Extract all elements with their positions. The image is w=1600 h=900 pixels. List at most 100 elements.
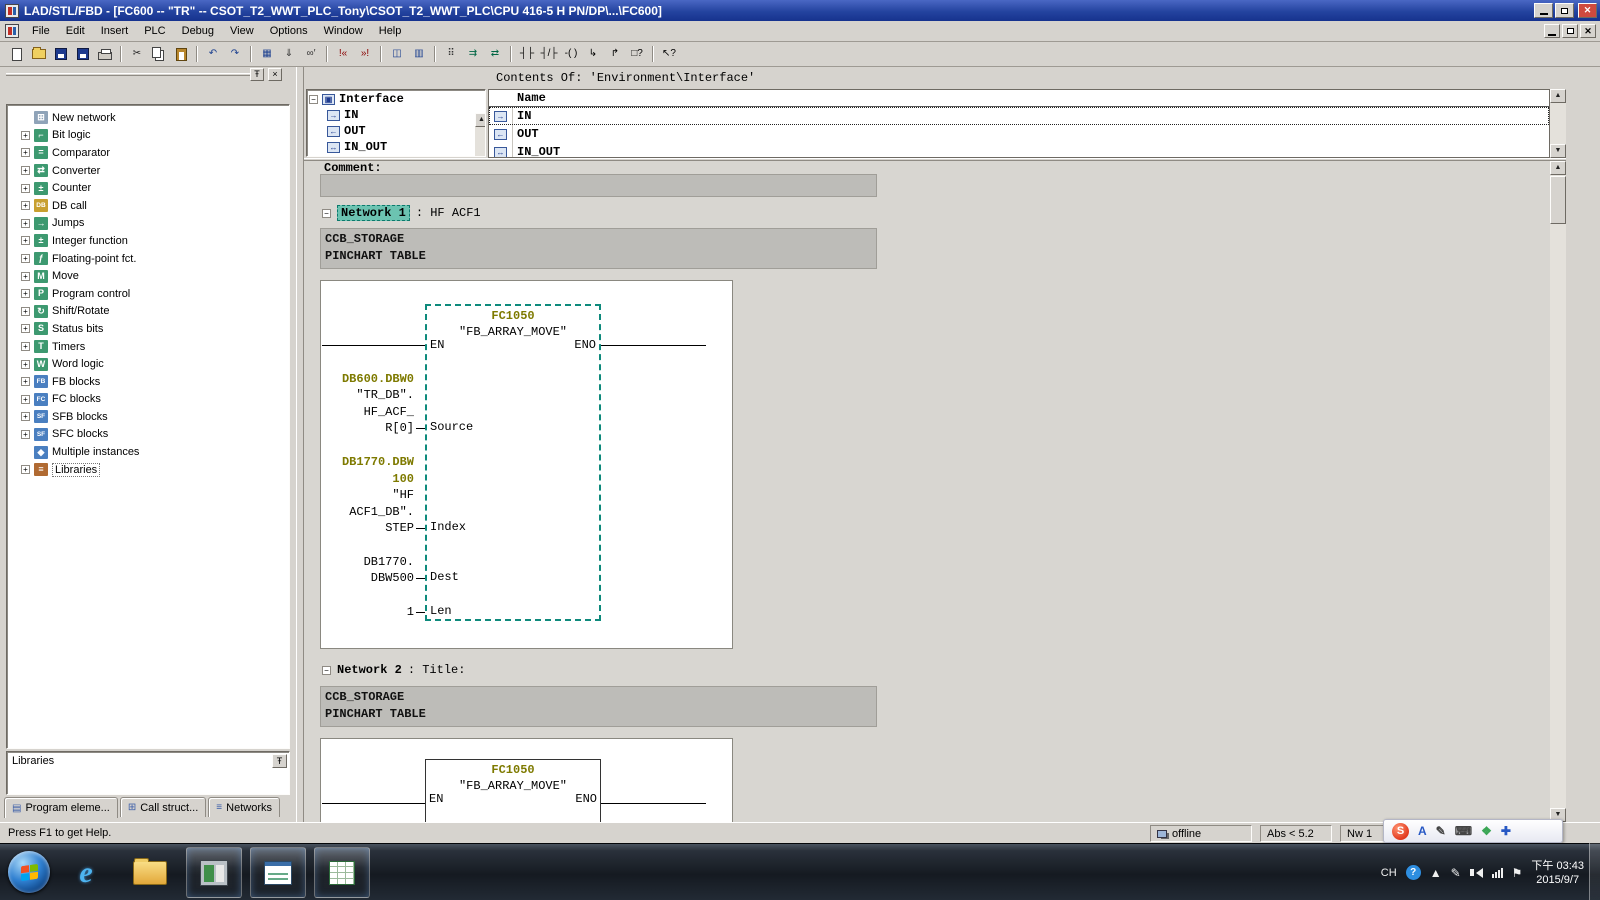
palette-item-move[interactable]: + M Move bbox=[11, 267, 289, 285]
input-mode-icon[interactable]: A bbox=[1418, 824, 1427, 838]
block-comment-box[interactable] bbox=[320, 174, 877, 197]
dock-close-button[interactable] bbox=[268, 68, 282, 81]
print-button[interactable] bbox=[94, 44, 116, 64]
undo-button[interactable]: ↶ bbox=[202, 44, 224, 64]
monitor-button[interactable]: ∞′ bbox=[300, 44, 322, 64]
taskbar-simatic-manager-button[interactable] bbox=[186, 847, 242, 898]
menu-item-debug[interactable]: Debug bbox=[174, 22, 222, 40]
action-center-icon[interactable]: ⚑ bbox=[1512, 866, 1523, 880]
palette-item-db-call[interactable]: + DB DB call bbox=[11, 197, 289, 215]
empty-box-button[interactable]: □? bbox=[626, 44, 648, 64]
collapse-icon[interactable] bbox=[309, 94, 318, 104]
network-icon[interactable] bbox=[1491, 867, 1503, 878]
scroll-down-icon[interactable]: ▼ bbox=[1550, 144, 1566, 158]
rung1-canvas[interactable]: FC1050 "FB_ARRAY_MOVE" EN ENO Source DB60… bbox=[320, 280, 733, 649]
expand-icon[interactable]: + bbox=[21, 394, 30, 404]
sogou-input-bar[interactable]: S A ✎ ⌨ ❖ ✚ bbox=[1383, 819, 1563, 843]
tab-call-struct[interactable]: ⊞ Call struct... bbox=[119, 797, 207, 817]
close-button[interactable]: ✕ bbox=[1578, 3, 1597, 18]
contents-scrollbar[interactable]: ▲ ▼ bbox=[1550, 89, 1566, 158]
download-button[interactable]: ⇓ bbox=[278, 44, 300, 64]
mdi-close-button[interactable]: ✕ bbox=[1580, 24, 1596, 38]
scroll-up-icon[interactable]: ▲ bbox=[475, 113, 485, 127]
expand-icon[interactable]: + bbox=[21, 429, 30, 439]
expand-icon[interactable]: + bbox=[21, 306, 30, 316]
palette-item-counter[interactable]: + ± Counter bbox=[11, 179, 289, 197]
save-as-button[interactable] bbox=[50, 44, 72, 64]
ime-help-icon[interactable]: ? bbox=[1405, 865, 1421, 880]
network2-comment-box[interactable]: CCB_STORAGE PINCHART TABLE bbox=[320, 686, 877, 727]
pin-description-button[interactable]: Ŧ bbox=[272, 754, 287, 768]
menu-item-edit[interactable]: Edit bbox=[58, 22, 93, 40]
dock-grip[interactable] bbox=[6, 73, 254, 76]
network1-title[interactable]: Network 1 bbox=[337, 205, 410, 221]
minimize-button[interactable] bbox=[1534, 3, 1553, 18]
palette-item-multiple-instances[interactable]: ◆ Multiple instances bbox=[11, 443, 289, 461]
tab-networks[interactable]: ≡ Networks bbox=[208, 797, 280, 817]
expand-icon[interactable]: + bbox=[21, 218, 30, 228]
palette-item-new-network[interactable]: ⊞ New network bbox=[11, 109, 289, 127]
help-pointer-button[interactable]: ↖? bbox=[658, 44, 680, 64]
menu-item-file[interactable]: File bbox=[24, 22, 58, 40]
sogou-logo-icon[interactable]: S bbox=[1392, 822, 1409, 840]
palette-item-integer-function[interactable]: + ± Integer function bbox=[11, 232, 289, 250]
palette-item-timers[interactable]: + T Timers bbox=[11, 338, 289, 356]
editor-canvas[interactable]: Comment: Network 1 : HF ACF1 CCB_STORAGE… bbox=[304, 161, 1566, 822]
volume-icon[interactable] bbox=[1470, 867, 1483, 878]
mdi-minimize-button[interactable] bbox=[1544, 24, 1560, 38]
taskbar-explorer-button[interactable] bbox=[122, 847, 178, 898]
menu-item-plc[interactable]: PLC bbox=[136, 22, 173, 40]
palette-item-converter[interactable]: + ⇄ Converter bbox=[11, 162, 289, 180]
new-button[interactable] bbox=[6, 44, 28, 64]
taskbar-table-window-button[interactable] bbox=[314, 847, 370, 898]
paste-button[interactable] bbox=[170, 44, 192, 64]
toolbox-icon[interactable]: ✚ bbox=[1501, 824, 1511, 838]
scroll-up-icon[interactable]: ▲ bbox=[1550, 89, 1566, 103]
palette-item-sfc-blocks[interactable]: + SF SFC blocks bbox=[11, 426, 289, 444]
interface-child-in[interactable]: → IN bbox=[309, 107, 483, 123]
palette-item-bit-logic[interactable]: + ⌐ Bit logic bbox=[11, 127, 289, 145]
view-detail-button[interactable]: ▥ bbox=[408, 44, 430, 64]
interface-root-row[interactable]: ▣ Interface bbox=[309, 91, 483, 107]
handwriting-icon[interactable]: ✎ bbox=[1436, 824, 1446, 838]
contact-no-button[interactable]: ┤├ bbox=[516, 44, 538, 64]
expand-icon[interactable]: + bbox=[21, 130, 30, 140]
expand-icon[interactable]: + bbox=[21, 289, 30, 299]
palette-item-program-control[interactable]: + P Program control bbox=[11, 285, 289, 303]
program-elements-button[interactable]: ▦ bbox=[256, 44, 278, 64]
keyboard-icon[interactable]: ⌨ bbox=[1455, 824, 1472, 838]
open-button[interactable] bbox=[28, 44, 50, 64]
tab-program-eleme[interactable]: ▤ Program eleme... bbox=[4, 797, 118, 818]
expand-icon[interactable]: + bbox=[21, 324, 30, 334]
expand-icon[interactable]: + bbox=[21, 148, 30, 158]
editor-scrollbar[interactable]: ▲ ▼ bbox=[1550, 161, 1566, 822]
name-column-header[interactable]: Name bbox=[489, 90, 1549, 107]
ime-pen-icon[interactable]: ✎ bbox=[1451, 866, 1461, 880]
coil-button[interactable]: -( ) bbox=[560, 44, 582, 64]
expand-icon[interactable]: + bbox=[21, 342, 30, 352]
view-overview-button[interactable]: ◫ bbox=[386, 44, 408, 64]
open-branch-button[interactable]: ↳ bbox=[582, 44, 604, 64]
rung2-canvas[interactable]: FC1050 "FB_ARRAY_MOVE" EN ENO bbox=[320, 738, 733, 822]
taskbar-ie-button[interactable]: e bbox=[58, 847, 114, 898]
network-branch-button[interactable]: ⇄ bbox=[484, 44, 506, 64]
menu-item-window[interactable]: Window bbox=[316, 22, 371, 40]
dock-pin-button[interactable] bbox=[250, 68, 264, 81]
start-button[interactable] bbox=[8, 851, 50, 893]
network1-comment-box[interactable]: CCB_STORAGE PINCHART TABLE bbox=[320, 228, 877, 269]
contact-nc-button[interactable]: ┤/├ bbox=[538, 44, 560, 64]
vertical-splitter[interactable] bbox=[296, 67, 304, 822]
taskbar-lad-editor-button[interactable] bbox=[250, 847, 306, 898]
palette-item-libraries[interactable]: + ≡ Libraries bbox=[11, 461, 289, 479]
mdi-restore-button[interactable] bbox=[1562, 24, 1578, 38]
expand-icon[interactable]: + bbox=[21, 201, 30, 211]
expand-icon[interactable]: + bbox=[21, 236, 30, 246]
palette-item-fc-blocks[interactable]: + FC FC blocks bbox=[11, 391, 289, 409]
scroll-up-icon[interactable]: ▲ bbox=[1550, 161, 1566, 175]
insert-network-button[interactable]: ⇉ bbox=[462, 44, 484, 64]
palette-item-jumps[interactable]: + → Jumps bbox=[11, 215, 289, 233]
interface-child-in-out[interactable]: ↔ IN_OUT bbox=[309, 139, 483, 155]
menu-item-options[interactable]: Options bbox=[262, 22, 316, 40]
show-desktop-button[interactable] bbox=[1589, 843, 1600, 900]
previous-error-button[interactable]: !« bbox=[332, 44, 354, 64]
